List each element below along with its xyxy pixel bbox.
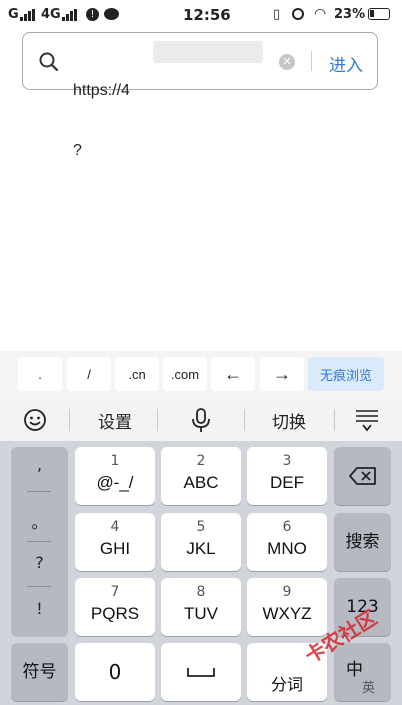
divider <box>311 51 312 71</box>
key-9[interactable]: 9 WXYZ <box>247 578 327 636</box>
shortcut-slash[interactable]: / <box>67 357 111 391</box>
microphone-icon[interactable] <box>176 399 226 441</box>
symbols-key[interactable]: 符号 <box>11 643 68 701</box>
toolbar-divider <box>69 409 70 431</box>
url-text-line1: https://4 <box>73 82 130 99</box>
key-number: 1 <box>110 453 120 469</box>
punct-period[interactable]: 。 <box>11 509 68 533</box>
backspace-button[interactable] <box>334 447 391 505</box>
space-icon <box>187 668 215 677</box>
key-number: 8 <box>196 584 206 600</box>
keyboard-toolbar: 设置 切换 <box>0 399 402 441</box>
key-letters: TUV <box>184 604 218 623</box>
enter-button[interactable]: 进入 <box>329 51 363 76</box>
url-bar[interactable]: https://4 ? ✕ 进入 <box>22 32 378 159</box>
key-0[interactable]: 0 <box>75 643 155 701</box>
key-7[interactable]: 7 PQRS <box>75 578 155 636</box>
key-1[interactable]: 1 @-_/ <box>75 447 155 505</box>
settings-button[interactable]: 设置 <box>80 399 150 441</box>
key-number: 9 <box>282 584 292 600</box>
alarm-icon <box>292 8 304 20</box>
key-5[interactable]: 5 JKL <box>161 513 241 571</box>
key-letters: ABC <box>183 473 219 492</box>
cursor-left-button[interactable]: ← <box>211 357 255 391</box>
space-key[interactable] <box>161 643 241 701</box>
keyboard-hide-icon[interactable] <box>344 399 390 441</box>
shortcut-com[interactable]: .com <box>163 357 207 391</box>
search-icon <box>39 52 59 72</box>
key-number: 3 <box>282 453 292 469</box>
carrier-label: G <box>8 7 19 22</box>
punct-divider <box>27 491 51 492</box>
url-shortcut-bar: . / .cn .com ← → 无痕浏览 <box>0 351 402 399</box>
key-number: 5 <box>196 519 206 535</box>
key-letters: JKL <box>186 539 216 558</box>
punct-comma[interactable]: , <box>11 455 68 474</box>
status-bar: G 4G ! 12:56 ▯ ◠ 23% <box>0 0 402 30</box>
key-letters: MNO <box>267 539 307 558</box>
key-letters: PQRS <box>90 604 140 623</box>
shortcut-dot[interactable]: . <box>18 357 62 391</box>
key-6[interactable]: 6 MNO <box>247 513 327 571</box>
signal-icon <box>20 9 36 21</box>
url-text-line2: ? <box>73 142 82 159</box>
backspace-icon <box>349 467 376 485</box>
battery-icon <box>368 8 390 20</box>
key-4[interactable]: 4 GHI <box>75 513 155 571</box>
segment-label: 分词 <box>270 675 303 694</box>
emoji-icon[interactable] <box>12 399 58 441</box>
cursor-right-button[interactable]: → <box>260 357 304 391</box>
key-letters: DEF <box>270 473 304 492</box>
language-switch-key[interactable]: 中 英 <box>334 643 391 701</box>
key-number: 2 <box>196 453 206 469</box>
toolbar-divider <box>244 409 245 431</box>
key-letters: @-_/ <box>96 473 134 492</box>
shortcut-cn[interactable]: .cn <box>115 357 159 391</box>
key-8[interactable]: 8 TUV <box>161 578 241 636</box>
signal-icon-2 <box>62 9 78 21</box>
punct-divider <box>27 541 51 542</box>
clear-icon[interactable]: ✕ <box>279 54 295 70</box>
key-letters: GHI <box>99 539 131 558</box>
punct-question[interactable]: ? <box>11 553 68 572</box>
punctuation-column: , 。 ? ! <box>11 447 68 637</box>
clock: 12:56 <box>183 6 231 24</box>
network-type-label: 4G <box>41 7 61 22</box>
key-number: 7 <box>110 584 120 600</box>
punct-exclaim[interactable]: ! <box>11 599 68 618</box>
blurred-region <box>153 41 263 63</box>
search-key[interactable]: 搜索 <box>334 513 391 571</box>
battery-percent: 23% <box>334 7 366 22</box>
key-2[interactable]: 2 ABC <box>161 447 241 505</box>
key-letters: WXYZ <box>262 604 312 623</box>
keyboard: 设置 切换 , 。 ? ! 1 @-_/ 2 ABC 3 DEF 4 GHI 5… <box>0 399 402 705</box>
key-3[interactable]: 3 DEF <box>247 447 327 505</box>
english-label: 英 <box>362 681 376 696</box>
punct-divider <box>27 586 51 587</box>
key-number: 6 <box>282 519 292 535</box>
chinese-label: 中 <box>346 660 363 680</box>
url-input[interactable]: https://4 ? <box>73 41 243 201</box>
switch-button[interactable]: 切换 <box>254 399 324 441</box>
message-icon <box>104 8 119 20</box>
toolbar-divider <box>157 409 158 431</box>
wifi-icon: ◠ <box>314 6 327 22</box>
key-number: 4 <box>110 519 120 535</box>
incognito-button[interactable]: 无痕浏览 <box>308 357 384 391</box>
toolbar-divider <box>334 409 335 431</box>
vibrate-icon: ▯ <box>273 7 281 22</box>
notification-icon: ! <box>86 8 99 21</box>
